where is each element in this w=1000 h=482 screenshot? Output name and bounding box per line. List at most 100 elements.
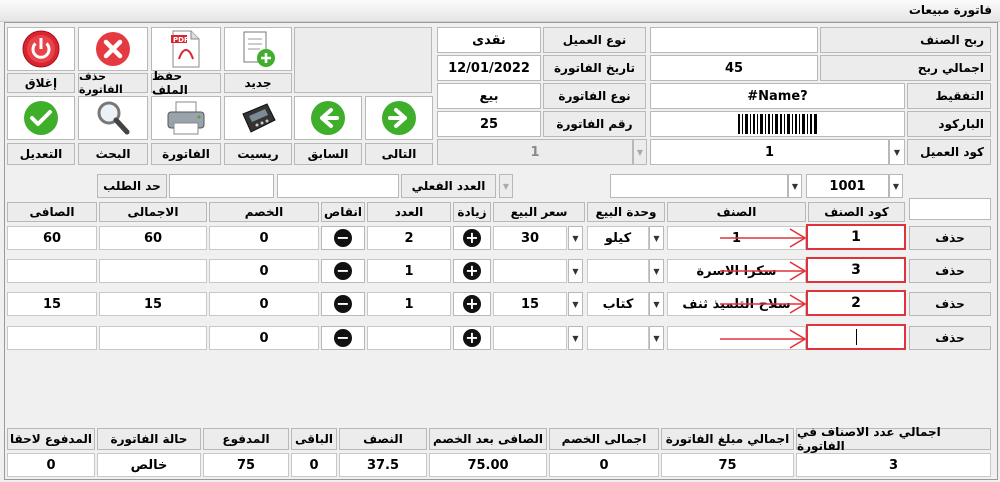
save-file-label[interactable]: حفظ الملف — [151, 69, 221, 97]
item-profit-label: ربح الصنف — [820, 27, 991, 53]
row4-code[interactable] — [806, 324, 906, 350]
plus-icon: + — [463, 329, 481, 347]
new-label[interactable]: جديد — [224, 73, 292, 93]
item-name-dropdown-arrow[interactable]: ▼ — [788, 174, 802, 198]
row4-price-dropdown-arrow[interactable]: ▼ — [568, 326, 583, 350]
row3-increase-button[interactable]: + — [453, 292, 491, 316]
row2-unit-dropdown-arrow[interactable]: ▼ — [649, 259, 664, 283]
close-label[interactable]: إغلاق — [7, 73, 75, 93]
row2-code[interactable]: 3 — [806, 257, 906, 283]
row4-delete-button[interactable]: حذف — [909, 326, 991, 350]
col-net: الصافى — [7, 202, 97, 222]
sum-half-value: 37.5 — [339, 453, 427, 477]
receipt-label[interactable]: ريسيت — [224, 143, 292, 165]
col-item-code: كود الصنف — [808, 202, 905, 222]
search-label[interactable]: البحث — [78, 143, 148, 165]
row3-unit-dropdown-arrow[interactable]: ▼ — [649, 292, 664, 316]
previous-button[interactable] — [294, 96, 362, 140]
row1-count[interactable]: 2 — [367, 226, 451, 250]
item-code-dropdown-arrow[interactable]: ▼ — [889, 174, 903, 198]
row2-price[interactable] — [493, 259, 567, 283]
row3-total: 15 — [99, 292, 207, 316]
item-profit-field[interactable] — [650, 27, 818, 53]
barcode-field[interactable] — [650, 111, 905, 137]
barcode-label: الباركود — [907, 111, 991, 137]
new-document-icon — [243, 31, 275, 67]
row1-code[interactable]: 1 — [806, 224, 906, 250]
invoice-print-button[interactable] — [151, 96, 221, 140]
row3-code[interactable]: 2 — [806, 290, 906, 316]
row2-decrease-button[interactable]: − — [321, 259, 365, 283]
delete-invoice-button[interactable] — [78, 27, 148, 71]
next-button[interactable] — [365, 96, 433, 140]
row1-delete-button[interactable]: حذف — [909, 226, 991, 250]
item-code-entry[interactable]: 1001 — [806, 174, 889, 198]
edit-button[interactable] — [7, 96, 75, 140]
order-limit-field[interactable] — [169, 174, 274, 198]
new-button[interactable] — [224, 27, 292, 71]
row1-discount[interactable]: 0 — [209, 226, 319, 250]
sum-paid-value[interactable]: 75 — [203, 453, 289, 477]
item-name-combo[interactable] — [610, 174, 788, 198]
save-file-button[interactable]: PDF — [151, 27, 221, 71]
window-title: فاتورة مبيعات — [908, 3, 992, 17]
close-button[interactable] — [7, 27, 75, 71]
actual-count-field[interactable] — [277, 174, 399, 198]
invoice-date-field[interactable]: 12/01/2022 — [437, 55, 541, 81]
sum-half-header: النصف — [339, 428, 427, 450]
row4-increase-button[interactable]: + — [453, 326, 491, 350]
row2-price-dropdown-arrow[interactable]: ▼ — [568, 259, 583, 283]
row4-count[interactable] — [367, 326, 451, 350]
total-profit-label: اجمالي ربح — [820, 55, 991, 81]
row3-delete-button[interactable]: حذف — [909, 292, 991, 316]
sum-items-total-value: 3 — [796, 453, 991, 477]
row4-unit-dropdown-arrow[interactable]: ▼ — [649, 326, 664, 350]
row1-unit-dropdown-arrow[interactable]: ▼ — [649, 226, 664, 250]
customer-code-dropdown-arrow[interactable]: ▼ — [889, 139, 905, 165]
tafqeet-field[interactable]: #Name? — [650, 83, 905, 109]
delete-invoice-label[interactable]: حذف الفاتورة — [78, 70, 148, 96]
row2-delete-button[interactable]: حذف — [909, 259, 991, 283]
sum-remaining-value: 0 — [291, 453, 337, 477]
row1-price-dropdown-arrow[interactable]: ▼ — [568, 226, 583, 250]
customer-name-field[interactable]: 1 — [437, 139, 633, 165]
customer-code-label: كود العميل — [907, 139, 991, 165]
calculator-button[interactable] — [294, 27, 432, 93]
customer-name-dropdown-arrow[interactable]: ▼ — [633, 139, 647, 165]
customer-type-field[interactable]: نقدى — [437, 27, 541, 53]
sum-paid-later-value: 0 — [7, 453, 95, 477]
row2-increase-button[interactable]: + — [453, 259, 491, 283]
previous-label[interactable]: السابق — [294, 143, 362, 165]
row1-increase-button[interactable]: + — [453, 226, 491, 250]
invoice-type-field[interactable]: بيع — [437, 83, 541, 109]
row2-count[interactable]: 1 — [367, 259, 451, 283]
invoice-print-label[interactable]: الفاتورة — [151, 143, 221, 165]
row3-unit[interactable]: كتاب — [587, 292, 649, 316]
row3-discount[interactable]: 0 — [209, 292, 319, 316]
total-profit-field[interactable]: 45 — [650, 55, 818, 81]
printer-icon — [167, 101, 205, 135]
row3-price-dropdown-arrow[interactable]: ▼ — [568, 292, 583, 316]
row1-price[interactable]: 30 — [493, 226, 567, 250]
search-button[interactable] — [78, 96, 148, 140]
svg-text:PDF: PDF — [173, 36, 189, 44]
row1-decrease-button[interactable]: − — [321, 226, 365, 250]
row1-unit[interactable]: كيلو — [587, 226, 649, 250]
row4-net — [7, 326, 97, 350]
row4-discount[interactable]: 0 — [209, 326, 319, 350]
next-label[interactable]: التالى — [365, 143, 433, 165]
row3-decrease-button[interactable]: − — [321, 292, 365, 316]
row4-decrease-button[interactable]: − — [321, 326, 365, 350]
row4-unit[interactable] — [587, 326, 649, 350]
receipt-button[interactable] — [224, 96, 292, 140]
row3-count[interactable]: 1 — [367, 292, 451, 316]
actual-count-dropdown-arrow[interactable]: ▼ — [499, 174, 513, 198]
row2-unit[interactable] — [587, 259, 649, 283]
edit-label[interactable]: التعديل — [7, 143, 75, 165]
row2-discount[interactable]: 0 — [209, 259, 319, 283]
tafqeet-label: التفقيط — [907, 83, 991, 109]
row4-price[interactable] — [493, 326, 567, 350]
customer-code-field[interactable]: 1 — [650, 139, 889, 165]
invoice-number-field[interactable]: 25 — [437, 111, 541, 137]
row3-price[interactable]: 15 — [493, 292, 567, 316]
